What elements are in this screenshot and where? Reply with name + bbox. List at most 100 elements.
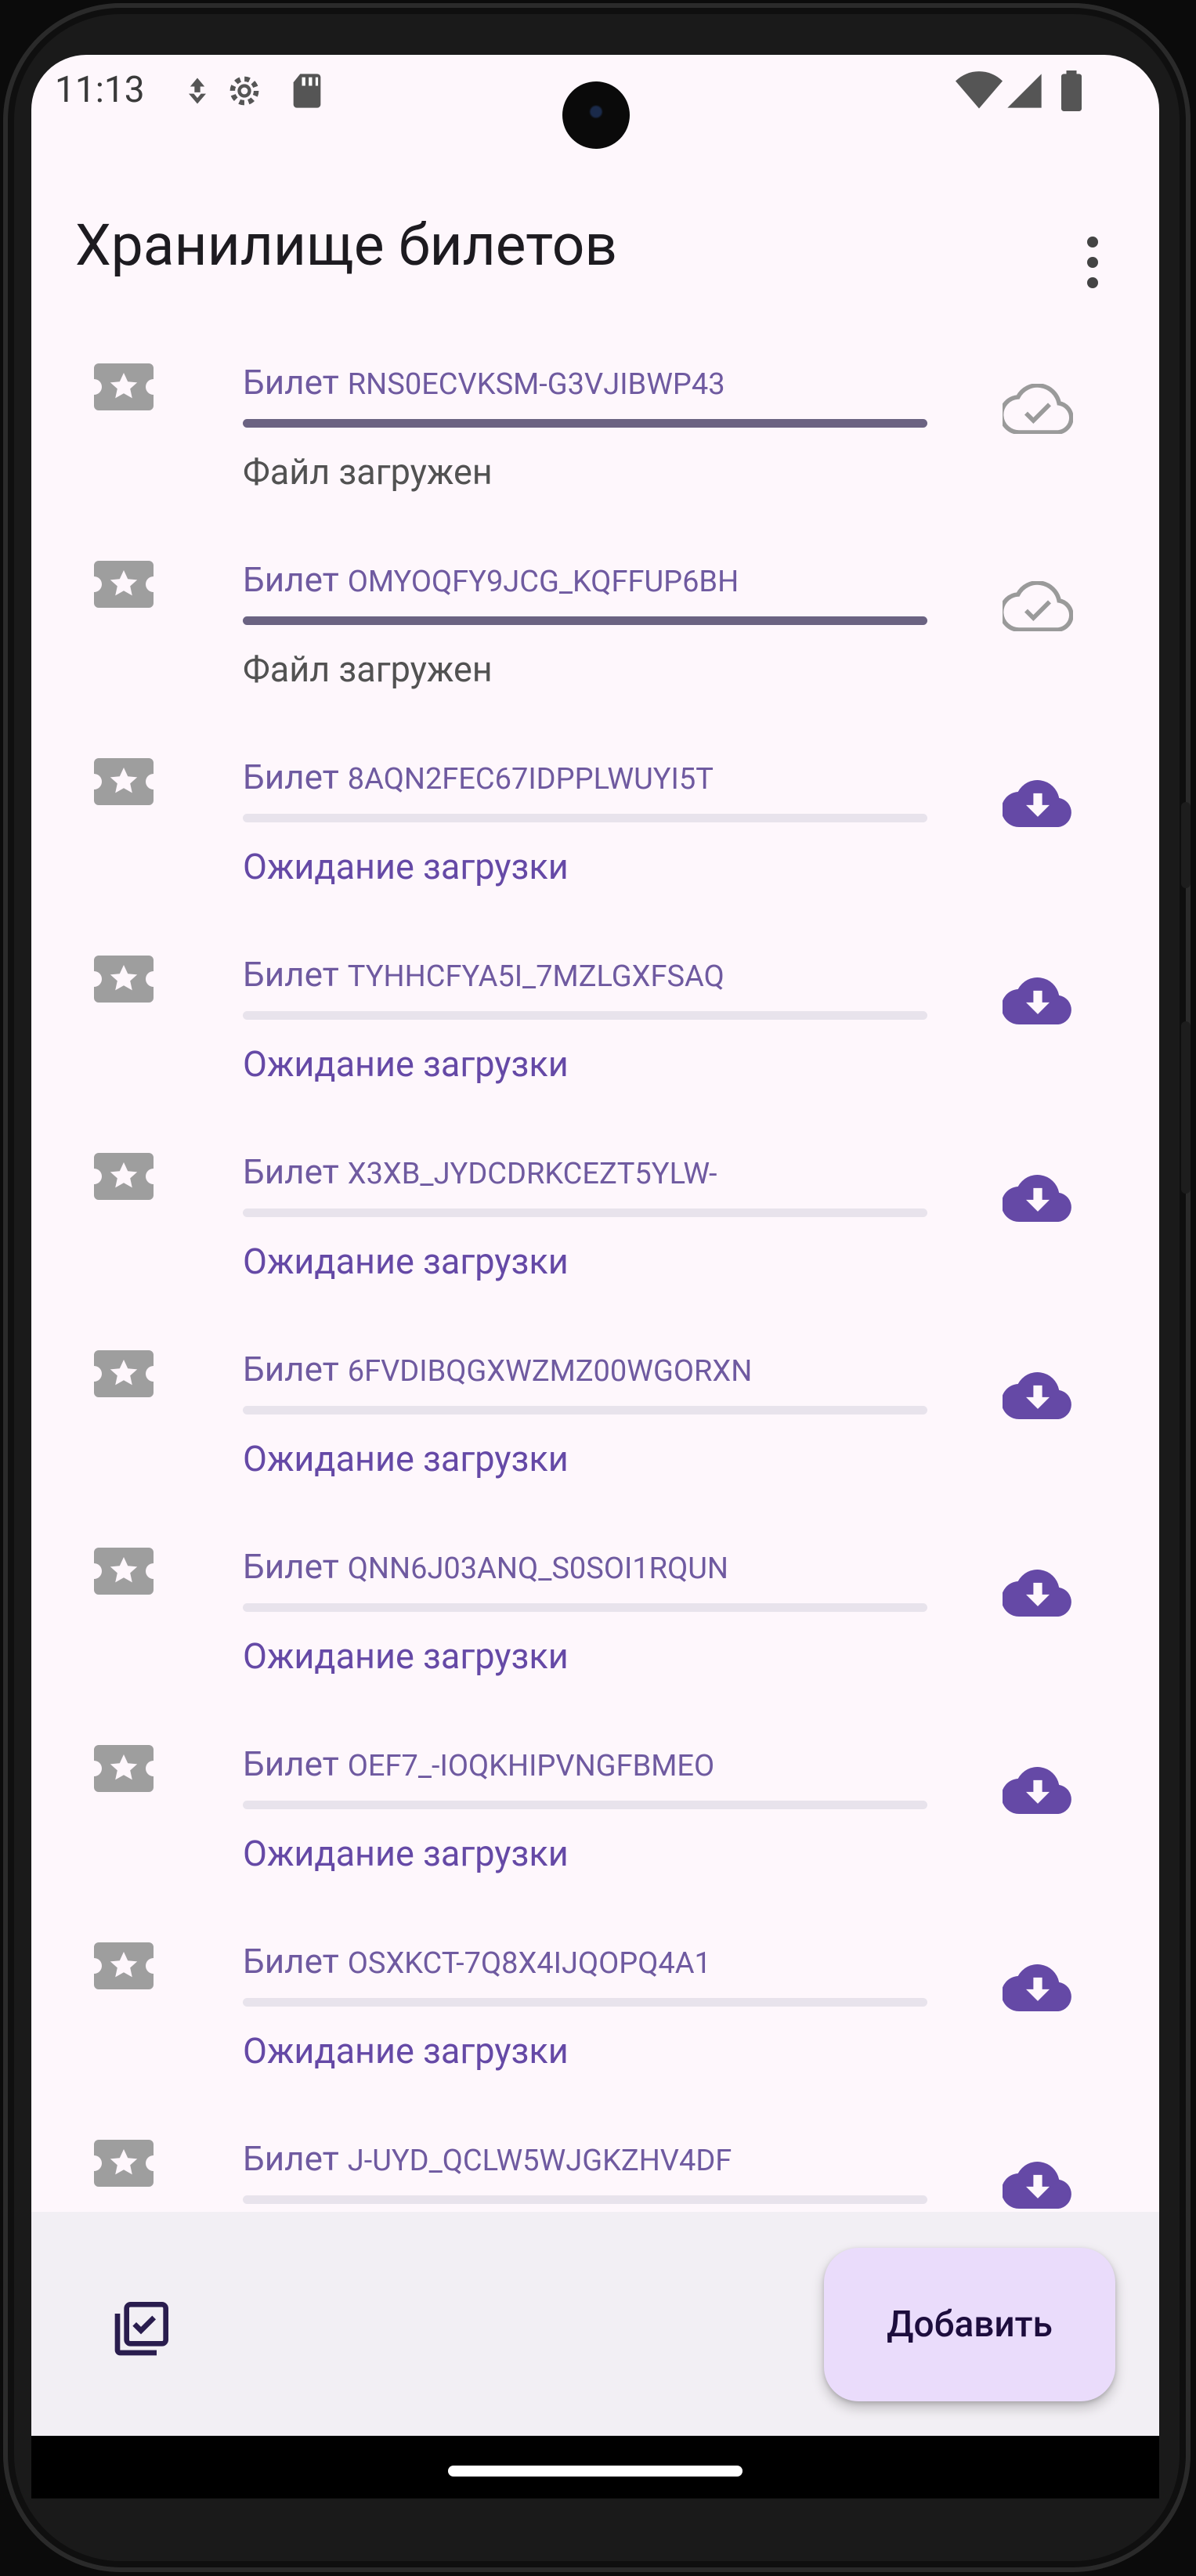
ticket-status: Ожидание загрузки: [243, 1635, 569, 1677]
ticket-status: Ожидание загрузки: [243, 1043, 569, 1085]
ticket-title: Билет RNS0ECVKSM-G3VJIBWP43: [243, 362, 725, 403]
cloud-done-icon[interactable]: [1003, 581, 1073, 631]
ticket-list-item[interactable]: Билет 6FVDIBQGXWZMZ00WGORXN Ожидание загр…: [31, 1300, 1159, 1498]
ticket-list-item[interactable]: Билет OSXKCT-7Q8X4IJQOPQ4A1 Ожидание загр…: [31, 1892, 1159, 2090]
ticket-code: TYHHCFYA5I_7MZLGXFSAQ: [347, 959, 724, 994]
status-bar: 11:13: [31, 55, 1159, 149]
ticket-prefix: Билет: [243, 1941, 339, 1982]
app-bar: Хранилище билетов: [31, 172, 1159, 288]
ticket-code: J-UYD_QCLW5WJGKZHV4DF: [347, 2144, 732, 2178]
cloud-done-icon[interactable]: [1003, 384, 1073, 434]
sd-card-icon: [293, 74, 321, 108]
ticket-code: QNN6J03ANQ_S0SOI1RQUN: [347, 1552, 728, 1586]
ticket-prefix: Билет: [243, 757, 339, 797]
cloud-download-icon[interactable]: [1003, 779, 1073, 829]
ticket-star-icon: [94, 758, 154, 805]
download-progress-bar: [243, 419, 927, 428]
download-progress-bar: [243, 1406, 927, 1414]
ticket-code: OEF7_-IOQKHIPVNGFBMEO: [347, 1749, 715, 1783]
ticket-star-icon: [94, 2140, 154, 2187]
data-saver-icon: [189, 78, 206, 104]
page-title: Хранилище билетов: [75, 211, 618, 279]
ticket-code: RNS0ECVKSM-G3VJIBWP43: [347, 367, 725, 402]
download-progress-bar: [243, 1998, 927, 2007]
wifi-icon: [956, 71, 1003, 109]
more-vert-icon: [1077, 237, 1108, 288]
ticket-title: Билет 8AQN2FEC67IDPPLWUYI5T: [243, 757, 714, 797]
ticket-star-icon: [94, 956, 154, 1003]
ticket-star-icon: [94, 1942, 154, 1989]
ticket-list-item[interactable]: Билет OEF7_-IOQKHIPVNGFBMEO Ожидание загр…: [31, 1695, 1159, 1892]
ticket-star-icon: [94, 1548, 154, 1595]
ticket-prefix: Билет: [243, 1546, 339, 1587]
ticket-star-icon: [94, 561, 154, 608]
ticket-status: Ожидание загрузки: [243, 1833, 569, 1874]
ticket-star-icon: [94, 1350, 154, 1397]
download-progress-bar: [243, 2195, 927, 2204]
download-progress-bar: [243, 1209, 927, 1217]
ticket-list-item[interactable]: Билет OMYOQFY9JCG_KQFFUP6BH Файл загружен: [31, 511, 1159, 708]
ticket-title: Билет 6FVDIBQGXWZMZ00WGORXN: [243, 1349, 752, 1389]
home-indicator[interactable]: [448, 2466, 743, 2477]
ticket-status: Файл загружен: [243, 451, 493, 493]
download-progress-bar: [243, 1603, 927, 1612]
download-progress-fill: [243, 616, 927, 625]
ticket-title: Билет OMYOQFY9JCG_KQFFUP6BH: [243, 559, 739, 600]
download-progress-bar: [243, 1011, 927, 1020]
navigation-bar: [31, 2436, 1159, 2498]
signal-icon: [1007, 74, 1042, 108]
front-camera: [562, 81, 630, 149]
ticket-title: Билет X3XB_JYDCDRKCEZT5YLW-: [243, 1151, 717, 1192]
ticket-status: Ожидание загрузки: [243, 1438, 569, 1479]
cloud-download-icon[interactable]: [1003, 1173, 1073, 1223]
side-button: [1181, 802, 1191, 888]
ticket-code: 8AQN2FEC67IDPPLWUYI5T: [347, 762, 714, 797]
ticket-prefix: Билет: [243, 1349, 339, 1389]
checklist-icon[interactable]: [110, 2298, 172, 2361]
ticket-list-item[interactable]: Билет QNN6J03ANQ_S0SOI1RQUN Ожидание загр…: [31, 1498, 1159, 1695]
ticket-list[interactable]: Билет RNS0ECVKSM-G3VJIBWP43 Файл загружен…: [31, 313, 1159, 2263]
ticket-prefix: Билет: [243, 2138, 339, 2179]
cloud-download-icon[interactable]: [1003, 2160, 1073, 2210]
download-progress-fill: [243, 419, 927, 428]
ticket-star-icon: [94, 1153, 154, 1200]
ticket-prefix: Билет: [243, 1743, 339, 1784]
cloud-download-icon[interactable]: [1003, 1568, 1073, 1618]
ticket-prefix: Билет: [243, 559, 339, 600]
ticket-status: Ожидание загрузки: [243, 846, 569, 887]
bottom-app-bar: Добавить: [31, 2212, 1159, 2436]
cloud-download-icon[interactable]: [1003, 1765, 1073, 1815]
battery-icon: [1061, 70, 1082, 111]
ticket-list-item[interactable]: Билет TYHHCFYA5I_7MZLGXFSAQ Ожидание загр…: [31, 905, 1159, 1103]
ticket-code: X3XB_JYDCDRKCEZT5YLW-: [347, 1157, 717, 1191]
ticket-prefix: Билет: [243, 1151, 339, 1192]
download-progress-bar: [243, 616, 927, 625]
ticket-list-item[interactable]: Билет RNS0ECVKSM-G3VJIBWP43 Файл загружен: [31, 313, 1159, 511]
add-button[interactable]: Добавить: [824, 2248, 1115, 2401]
cloud-download-icon[interactable]: [1003, 976, 1073, 1026]
settings-icon: [229, 76, 259, 106]
ticket-list-item[interactable]: Билет X3XB_JYDCDRKCEZT5YLW- Ожидание загр…: [31, 1103, 1159, 1300]
cloud-download-icon[interactable]: [1003, 1371, 1073, 1421]
ticket-code: OMYOQFY9JCG_KQFFUP6BH: [347, 565, 739, 599]
ticket-code: 6FVDIBQGXWZMZ00WGORXN: [347, 1354, 753, 1389]
ticket-status: Файл загружен: [243, 649, 493, 690]
download-progress-bar: [243, 1801, 927, 1809]
ticket-star-icon: [94, 1745, 154, 1792]
ticket-prefix: Билет: [243, 954, 339, 995]
ticket-title: Билет OSXKCT-7Q8X4IJQOPQ4A1: [243, 1941, 711, 1982]
ticket-prefix: Билет: [243, 362, 339, 403]
more-options-button[interactable]: [1077, 229, 1108, 315]
cloud-download-icon[interactable]: [1003, 1963, 1073, 2013]
ticket-title: Билет OEF7_-IOQKHIPVNGFBMEO: [243, 1743, 714, 1784]
ticket-star-icon: [94, 363, 154, 410]
ticket-status: Ожидание загрузки: [243, 1241, 569, 1282]
status-time: 11:13: [55, 69, 145, 111]
download-progress-bar: [243, 814, 927, 822]
ticket-status: Ожидание загрузки: [243, 2030, 569, 2072]
ticket-title: Билет J-UYD_QCLW5WJGKZHV4DF: [243, 2138, 732, 2179]
ticket-code: OSXKCT-7Q8X4IJQOPQ4A1: [347, 1946, 711, 1981]
ticket-list-item[interactable]: Билет 8AQN2FEC67IDPPLWUYI5T Ожидание загр…: [31, 708, 1159, 905]
screen: 11:13 Хранилище билетов Билет RNS0ECVKSM…: [31, 55, 1159, 2436]
ticket-title: Билет QNN6J03ANQ_S0SOI1RQUN: [243, 1546, 728, 1587]
